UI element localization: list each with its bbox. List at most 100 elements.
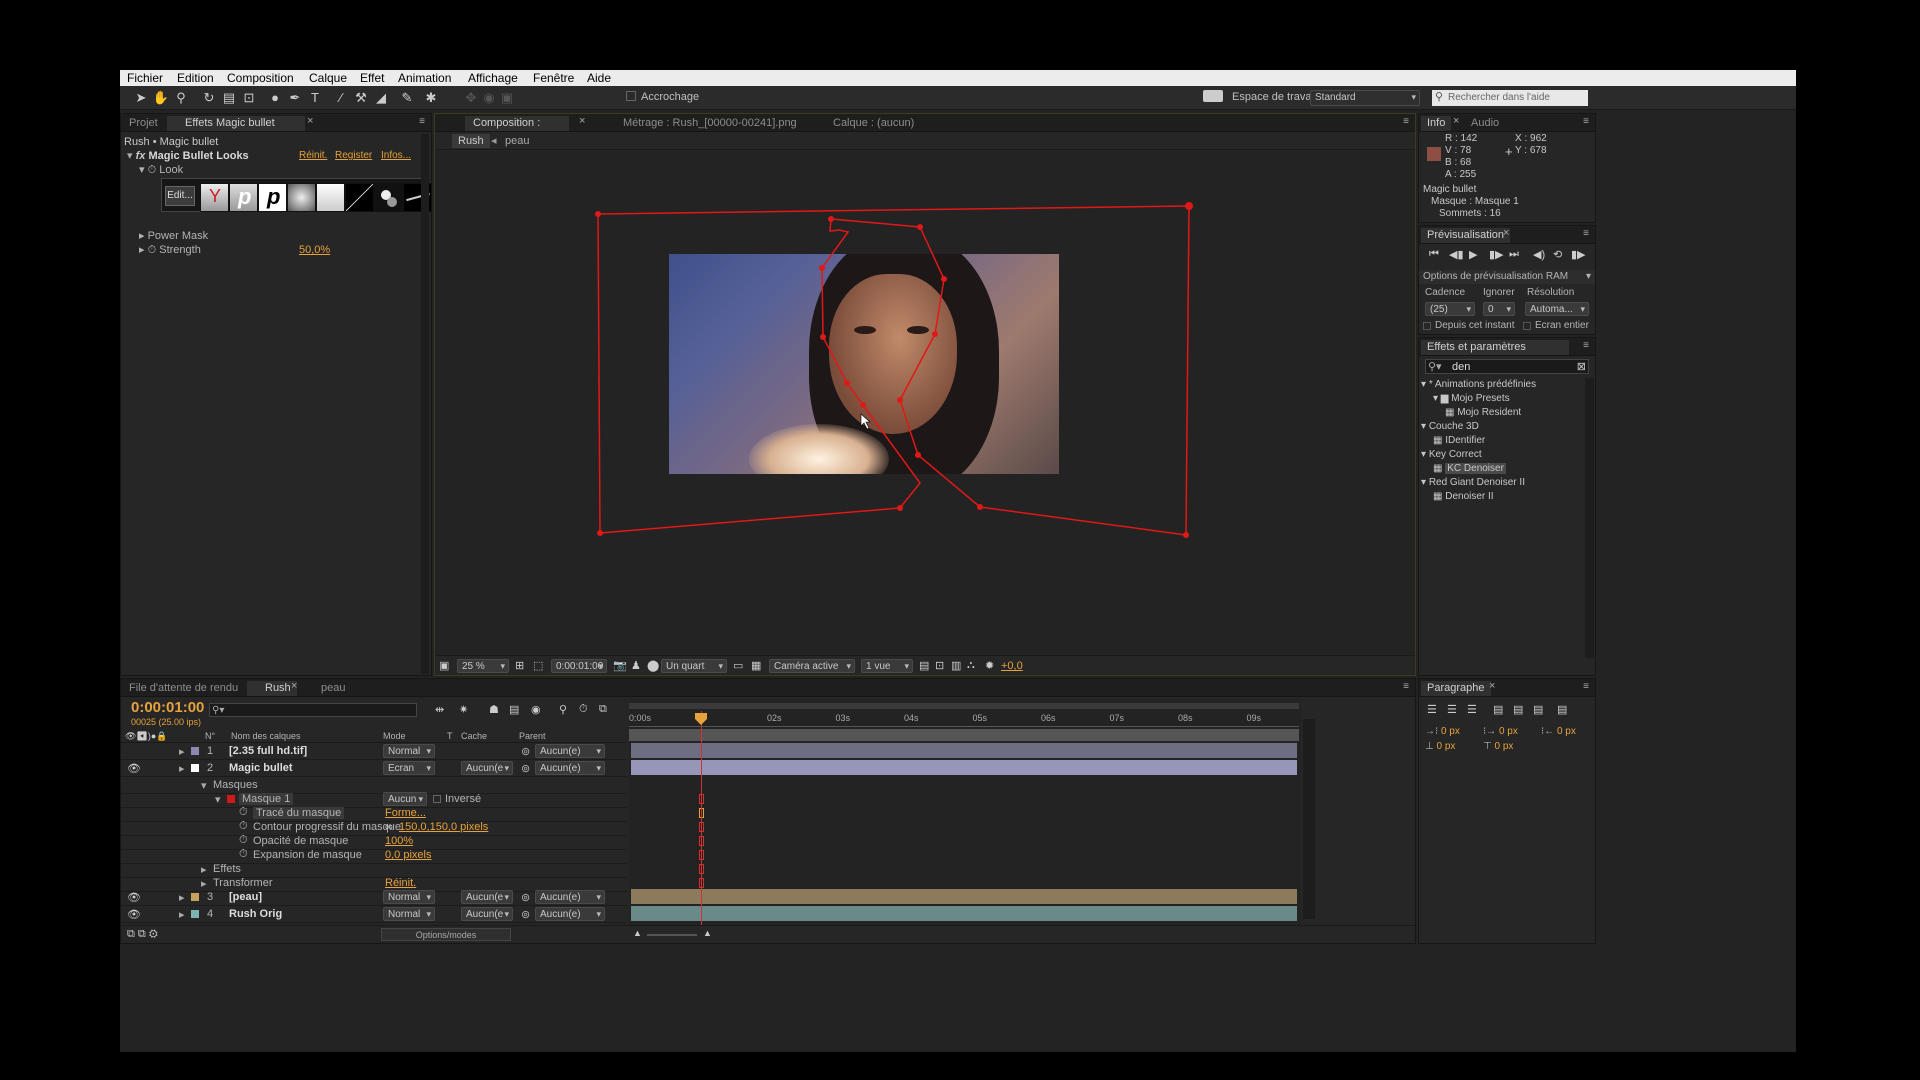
panel-menu-icon[interactable]: ≡ bbox=[1403, 116, 1409, 127]
graph-editor-icon[interactable]: ⧉ bbox=[599, 703, 607, 716]
roto-brush-tool-icon[interactable]: ✎ bbox=[398, 89, 416, 107]
shape-tool-icon[interactable]: ● bbox=[266, 89, 284, 107]
stopwatch-icon[interactable]: ⏱ bbox=[148, 244, 157, 256]
panel-menu-icon[interactable]: ≡ bbox=[419, 116, 425, 127]
menu-effet[interactable]: Effet bbox=[360, 71, 384, 85]
menu-affichage[interactable]: Affichage bbox=[468, 71, 518, 85]
collapse-arrow-icon[interactable]: ▸ bbox=[139, 230, 145, 242]
effects-search-input[interactable]: ⚲▾ den ⊠ bbox=[1425, 359, 1589, 374]
ram-preview-icon[interactable]: ▮▶ bbox=[1571, 248, 1586, 261]
mask-mode-select[interactable]: Aucun bbox=[383, 792, 427, 806]
viewer-canvas[interactable] bbox=[435, 151, 1415, 656]
flow-item-rush[interactable]: Rush bbox=[452, 134, 490, 148]
skip-select[interactable]: 0 bbox=[1483, 302, 1515, 316]
visibility-eye-icon[interactable]: 👁 bbox=[127, 891, 141, 904]
clear-search-icon[interactable]: ⊠ bbox=[1577, 360, 1586, 373]
effects-tree-item[interactable]: ▾ * Animations prédéfinies bbox=[1421, 378, 1536, 392]
camera-select[interactable]: Caméra active bbox=[769, 659, 855, 673]
menu-fichier[interactable]: Fichier bbox=[127, 71, 163, 85]
camera-tool-icon[interactable]: ▤ bbox=[220, 89, 238, 107]
tab-timeline-rush[interactable]: Rush bbox=[247, 681, 297, 696]
from-current-checkbox[interactable] bbox=[1423, 322, 1431, 330]
tab-paragraph[interactable]: Paragraphe bbox=[1421, 681, 1491, 696]
tab-effect-controls[interactable]: Effets Magic bullet bbox=[167, 116, 305, 131]
close-icon[interactable]: × bbox=[291, 680, 297, 692]
parent-select[interactable]: Aucun(e) bbox=[535, 744, 605, 758]
property-value[interactable]: 100% bbox=[385, 835, 413, 847]
panel-menu-icon[interactable]: ≡ bbox=[1403, 681, 1409, 692]
rotate-tool-icon[interactable]: ↻ bbox=[200, 89, 218, 107]
resolution-select[interactable]: Un quart bbox=[661, 659, 727, 673]
view-layout-select[interactable]: 1 vue bbox=[861, 659, 913, 673]
pan-behind-tool-icon[interactable]: ⊡ bbox=[240, 89, 258, 107]
effects-tree-item[interactable]: ▦ IDentifier bbox=[1433, 434, 1485, 448]
comp-mini-flowchart-icon[interactable]: ⇹ bbox=[435, 703, 444, 716]
safe-zones-icon[interactable]: ⊞ bbox=[515, 659, 524, 672]
tab-audio[interactable]: Audio bbox=[1465, 116, 1505, 131]
visibility-eye-icon[interactable]: 👁 bbox=[127, 908, 141, 921]
tab-info[interactable]: Info bbox=[1421, 116, 1452, 131]
frame-blending-icon[interactable]: ▤ bbox=[509, 703, 519, 716]
reset-link[interactable]: Réinit. bbox=[299, 149, 327, 163]
clone-stamp-tool-icon[interactable]: ⚒ bbox=[352, 89, 370, 107]
show-snapshot-icon[interactable]: ♟ bbox=[631, 659, 641, 672]
tab-effects-presets[interactable]: Effets et paramètres prédéfinis bbox=[1421, 340, 1569, 355]
framerate-select[interactable]: (25) bbox=[1425, 302, 1475, 316]
panel-menu-icon[interactable]: ≡ bbox=[1583, 228, 1589, 239]
justify-all-icon[interactable]: ▤ bbox=[1557, 703, 1567, 716]
panel-menu-icon[interactable]: ≡ bbox=[1583, 681, 1589, 692]
flow-item-peau[interactable]: peau bbox=[505, 135, 529, 147]
power-mask-row[interactable]: ▸ Power Mask bbox=[139, 229, 208, 243]
region-of-interest-icon[interactable]: ▭ bbox=[733, 659, 743, 672]
world-axis-icon[interactable]: ◉ bbox=[480, 89, 498, 107]
parent-pickwhip-icon[interactable]: ⊚ bbox=[521, 908, 530, 921]
work-area-bar[interactable] bbox=[629, 703, 1299, 709]
axis-mode-icon[interactable]: ✥ bbox=[462, 89, 480, 107]
shy-layers-icon[interactable]: ☗ bbox=[489, 703, 499, 716]
tab-timeline-peau[interactable]: peau bbox=[303, 681, 351, 696]
mask-vertices[interactable] bbox=[595, 202, 1193, 538]
ram-options-header[interactable]: Options de prévisualisation RAM ▾ bbox=[1419, 270, 1595, 284]
visibility-eye-icon[interactable]: 👁 bbox=[127, 762, 141, 775]
indent-right-field[interactable]: ⁝← 0 px bbox=[1541, 725, 1576, 739]
track-matte-select[interactable]: Aucun(e bbox=[461, 907, 513, 921]
blend-mode-select[interactable]: Normal bbox=[383, 744, 435, 758]
panel-menu-icon[interactable]: ≡ bbox=[1583, 116, 1589, 127]
layer-name[interactable]: Magic bullet bbox=[229, 762, 293, 774]
scrollbar[interactable] bbox=[1303, 719, 1315, 919]
tab-preview[interactable]: Prévisualisation bbox=[1421, 228, 1511, 243]
space-after-field[interactable]: ⊤ 0 px bbox=[1483, 740, 1513, 754]
help-search-input[interactable]: Rechercher dans l'aide bbox=[1432, 90, 1588, 106]
zoom-in-icon[interactable]: ▲ bbox=[703, 928, 712, 938]
pen-tool-icon[interactable]: ✒ bbox=[286, 89, 304, 107]
hand-tool-icon[interactable]: ✋ bbox=[152, 89, 170, 107]
always-preview-icon[interactable]: ▣ bbox=[439, 659, 449, 672]
effects-tree-item[interactable]: ▾ Red Giant Denoiser II bbox=[1421, 476, 1525, 490]
menu-animation[interactable]: Animation bbox=[398, 71, 451, 85]
menu-aide[interactable]: Aide bbox=[587, 71, 611, 85]
indent-first-line-field[interactable]: ⁝→ 0 px bbox=[1483, 725, 1518, 739]
close-icon[interactable]: × bbox=[307, 115, 313, 127]
expand-arrow-icon[interactable]: ▾ bbox=[127, 150, 133, 162]
flowchart-icon[interactable]: ⛬ bbox=[967, 659, 975, 672]
puppet-tool-icon[interactable]: ✱ bbox=[422, 89, 440, 107]
zoom-out-icon[interactable]: ▲ bbox=[633, 928, 642, 938]
toggle-pixel-aspect-icon[interactable]: ▤ bbox=[919, 659, 929, 672]
scrollbar[interactable] bbox=[1585, 378, 1594, 658]
layer-row[interactable]: 👁 ▸ 2 Magic bullet Ecran Aucun(e ⊚ Aucun(e) bbox=[121, 760, 627, 777]
motion-blur-icon[interactable]: ◉ bbox=[531, 703, 541, 716]
layer-search-input[interactable]: ⚲▾ bbox=[209, 703, 417, 717]
stopwatch-icon[interactable]: ⏱ bbox=[239, 806, 248, 819]
label-color-icon[interactable] bbox=[191, 893, 199, 901]
draft-3d-icon[interactable]: ✷ bbox=[459, 703, 468, 716]
current-time-field[interactable]: 0:00:01:00 bbox=[551, 659, 607, 673]
layer-track-bar[interactable] bbox=[631, 760, 1297, 775]
align-right-icon[interactable]: ☰ bbox=[1467, 703, 1477, 716]
eraser-tool-icon[interactable]: ◢ bbox=[372, 89, 390, 107]
mask-overlay[interactable] bbox=[435, 151, 1415, 656]
exposure-value[interactable]: +0,0 bbox=[1001, 660, 1023, 672]
fullscreen-checkbox[interactable] bbox=[1523, 322, 1531, 330]
layer-row[interactable]: 👁 ▸ 3 [peau] Normal Aucun(e ⊚ Aucun(e) bbox=[121, 889, 627, 906]
effects-tree-item[interactable]: ▾ ▆ Mojo Presets bbox=[1433, 392, 1510, 406]
text-tool-icon[interactable]: T bbox=[306, 89, 324, 107]
